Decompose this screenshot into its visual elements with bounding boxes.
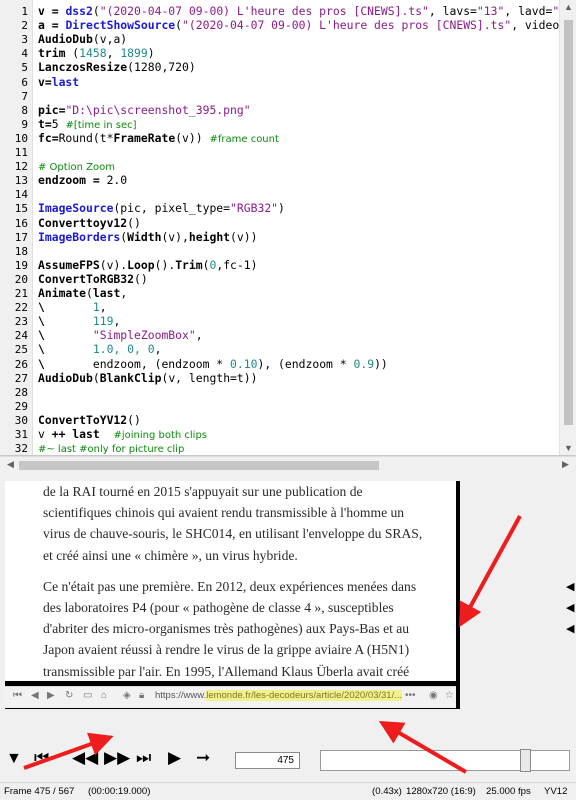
- fast-forward-icon[interactable]: ▶▶: [104, 748, 130, 768]
- scroll-right-icon[interactable]: ▶: [557, 459, 574, 470]
- scroll-up-icon[interactable]: ▲: [560, 2, 576, 12]
- go-to-end-icon[interactable]: ⏭: [136, 748, 151, 768]
- article-line: et créé ainsi une « chimère », un virus …: [43, 547, 298, 563]
- fps-status: 25.000 fps: [486, 786, 531, 797]
- home-icon: ⌂: [101, 690, 108, 701]
- script-editor[interactable]: 1v = dss2("(2020-04-07 09-00) L'heure de…: [0, 0, 576, 456]
- rewind-icon[interactable]: ◀◀: [72, 748, 98, 768]
- browser-toolbar: ⏮ ◀ ▶ ↻ ▭ ⌂ ◈ 🔒︎ https://www.lemonde.fr/…: [5, 686, 456, 708]
- horizontal-scroll-thumb[interactable]: [19, 461, 379, 470]
- playback-controls: ▼ ⏮ ◀◀ ▶▶ ⏭ ▶ ➞ 475: [0, 737, 576, 782]
- zoom-status: (0.43x): [372, 786, 402, 797]
- scroll-down-icon[interactable]: ▼: [560, 443, 576, 453]
- vertical-scroll-thumb[interactable]: [564, 20, 573, 425]
- marker-arrow-icon: ◀: [566, 581, 575, 593]
- more-icon: •••: [405, 690, 416, 701]
- code-line[interactable]: 32 #~ last #only for picture clip: [0, 440, 576, 456]
- webpage-screenshot: de la RAI tourné en 2015 s'appuyait sur …: [5, 481, 456, 700]
- frame-status: Frame 475 / 567: [4, 786, 75, 797]
- video-frame[interactable]: de la RAI tourné en 2015 s'appuyait sur …: [5, 481, 460, 709]
- article-line: Japon avaient réussi à rendre le virus d…: [43, 642, 410, 658]
- article-line: d'abriter des micro-organismes très path…: [43, 621, 410, 637]
- scroll-left-icon[interactable]: ◀: [2, 459, 19, 470]
- article-line: scientifiques chinois qui avaient rendu …: [43, 505, 405, 521]
- article-line: Ce n'était pas une première. En 2012, de…: [43, 578, 417, 594]
- article-line: des laboratoires P4 (pour « pathogène de…: [43, 600, 394, 616]
- menu-dropdown-icon[interactable]: ▼: [6, 749, 22, 769]
- go-to-start-icon[interactable]: ⏮: [34, 748, 49, 768]
- article-line: virus de chauve-souris, le SHC014, en ut…: [43, 526, 423, 542]
- article-line: de la RAI tourné en 2015 s'appuyait sur …: [43, 484, 363, 499]
- code-text[interactable]: #~ last #only for picture clip: [38, 440, 184, 455]
- side-markers: ◀ ◀ ◀: [566, 577, 576, 640]
- marker-arrow-icon: ◀: [566, 602, 575, 614]
- address-bar: https://www.lemonde.fr/les-decodeurs/art…: [155, 690, 403, 701]
- seek-handle[interactable]: [520, 749, 532, 772]
- article-paragraph-2: Ce n'était pas une première. En 2012, de…: [43, 576, 453, 703]
- reload-icon: ↻: [65, 690, 74, 701]
- marker-arrow-icon: ◀: [566, 623, 575, 635]
- back-to-start-icon: ⏮: [13, 690, 22, 701]
- status-bar: Frame 475 / 567 (00:00:19.000) (0.43x) 1…: [0, 782, 576, 800]
- shield-icon: ◈: [123, 690, 131, 701]
- colorspace-status: YV12: [544, 786, 568, 797]
- video-preview-area: de la RAI tourné en 2015 s'appuyait sur …: [0, 473, 576, 737]
- jump-to-frame-icon[interactable]: ➞: [196, 748, 210, 768]
- horizontal-scrollbar[interactable]: ◀ ▶: [0, 456, 576, 473]
- lock-icon: 🔒︎: [139, 690, 145, 701]
- time-status: (00:00:19.000): [88, 786, 151, 797]
- back-icon: ◀: [31, 690, 39, 701]
- forward-icon: ▶: [47, 690, 55, 701]
- resolution-status: 1280x720 (16:9): [406, 786, 476, 797]
- line-number: 32: [14, 442, 28, 456]
- article-text: de la RAI tourné en 2015 s'appuyait sur …: [43, 481, 453, 703]
- bookmark-icon: ☆: [445, 690, 454, 701]
- article-line: transmissible par l'air. En 1995, l'Alle…: [43, 663, 410, 679]
- pocket-icon: ◉: [429, 690, 438, 701]
- play-icon[interactable]: ▶: [168, 748, 181, 768]
- sidebar-icon: ▭: [83, 690, 93, 701]
- article-paragraph-1: de la RAI tourné en 2015 s'appuyait sur …: [43, 481, 453, 566]
- seek-bar[interactable]: [320, 749, 570, 772]
- vertical-scrollbar[interactable]: ▲ ▼: [559, 0, 576, 455]
- frame-number-input[interactable]: 475: [235, 752, 300, 769]
